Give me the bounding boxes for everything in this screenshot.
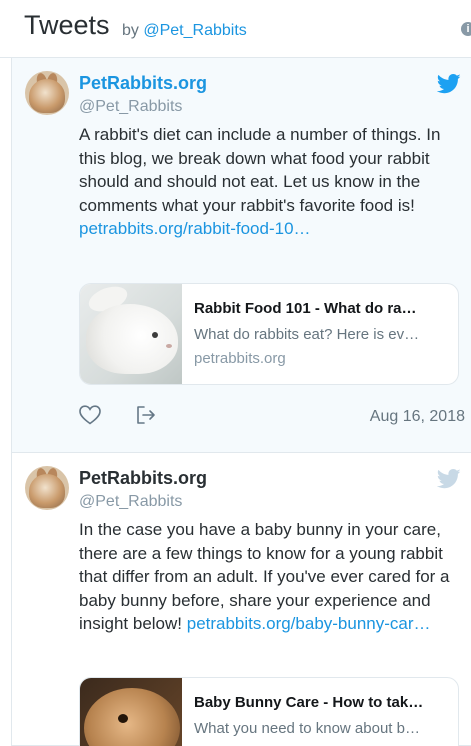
timeline-header: Tweets by @Pet_Rabbits i: [0, 0, 471, 58]
rabbit-avatar[interactable]: [25, 71, 69, 115]
card-description: What you need to know about b…: [194, 720, 420, 737]
author-name[interactable]: PetRabbits.org: [79, 468, 207, 489]
tweet-body: A rabbit's diet can include a number of …: [79, 125, 441, 215]
card-title: Rabbit Food 101 - What do ra…: [194, 300, 417, 317]
tweet-text: In the case you have a baby bunny in you…: [79, 518, 464, 636]
tweet-text: A rabbit's diet can include a number of …: [79, 123, 464, 241]
by-label: by: [122, 22, 139, 39]
share-icon[interactable]: [135, 405, 157, 425]
card-title: Baby Bunny Care - How to tak…: [194, 694, 424, 711]
author-name[interactable]: PetRabbits.org: [79, 73, 207, 94]
timeline-title: Tweets: [24, 10, 110, 40]
tweet[interactable]: PetRabbits.org @Pet_Rabbits In the case …: [11, 453, 471, 746]
tweet-link[interactable]: petrabbits.org/rabbit-food-10…: [79, 219, 311, 238]
tweet-date[interactable]: Aug 16, 2018: [370, 408, 465, 426]
author-handle[interactable]: @Pet_Rabbits: [79, 493, 182, 511]
card-thumbnail: [80, 284, 182, 384]
tweet-actions: Aug 16, 2018: [79, 403, 465, 429]
twitter-bird-icon[interactable]: [437, 469, 461, 489]
card-thumbnail: [80, 678, 182, 746]
tweet-link[interactable]: petrabbits.org/baby-bunny-car…: [187, 614, 431, 633]
info-icon[interactable]: i: [461, 22, 471, 36]
card-domain: petrabbits.org: [194, 350, 286, 367]
rabbit-avatar[interactable]: [25, 466, 69, 510]
author-handle[interactable]: @Pet_Rabbits: [79, 98, 182, 116]
tweet[interactable]: PetRabbits.org @Pet_Rabbits A rabbit's d…: [11, 58, 471, 453]
heart-icon[interactable]: [79, 405, 101, 425]
link-card[interactable]: Rabbit Food 101 - What do ra… What do ra…: [79, 283, 459, 385]
card-description: What do rabbits eat? Here is ev…: [194, 326, 420, 343]
link-card[interactable]: Baby Bunny Care - How to tak… What you n…: [79, 677, 459, 746]
timeline-handle-link[interactable]: @Pet_Rabbits: [143, 22, 246, 39]
timeline-byline: by @Pet_Rabbits: [122, 22, 247, 40]
twitter-bird-icon[interactable]: [437, 74, 461, 94]
